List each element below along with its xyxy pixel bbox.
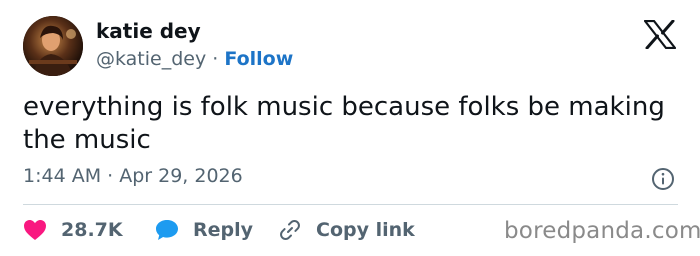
like-count: 28.7K [61, 219, 123, 241]
info-icon[interactable] [651, 167, 675, 191]
avatar-photo [23, 16, 83, 76]
like-button[interactable]: 28.7K [23, 217, 123, 243]
watermark: boredpanda.com [504, 218, 700, 244]
reply-button[interactable]: Reply [155, 217, 253, 243]
author-handle-line: @katie_dey · Follow [96, 48, 293, 70]
copy-link-button[interactable]: Copy link [278, 217, 415, 243]
reply-bubble-icon [156, 220, 178, 240]
copy-link-label: Copy link [316, 219, 415, 241]
tweet-text: everything is folk music because folks b… [23, 92, 665, 155]
divider [23, 204, 678, 205]
author-handle[interactable]: @katie_dey [96, 48, 206, 70]
tweet-timestamp[interactable]: 1:44 AM · Apr 29, 2026 [23, 165, 243, 187]
follow-button[interactable]: Follow [224, 48, 293, 70]
x-logo-icon[interactable] [644, 20, 676, 49]
heart-icon [24, 220, 46, 240]
author-display-name[interactable]: katie dey [96, 19, 201, 43]
avatar[interactable] [23, 16, 83, 76]
handle-separator: · [206, 48, 225, 70]
link-icon [280, 219, 300, 241]
reply-label: Reply [193, 219, 254, 241]
tweet-card: katie dey @katie_dey · Follow everything… [0, 0, 700, 256]
